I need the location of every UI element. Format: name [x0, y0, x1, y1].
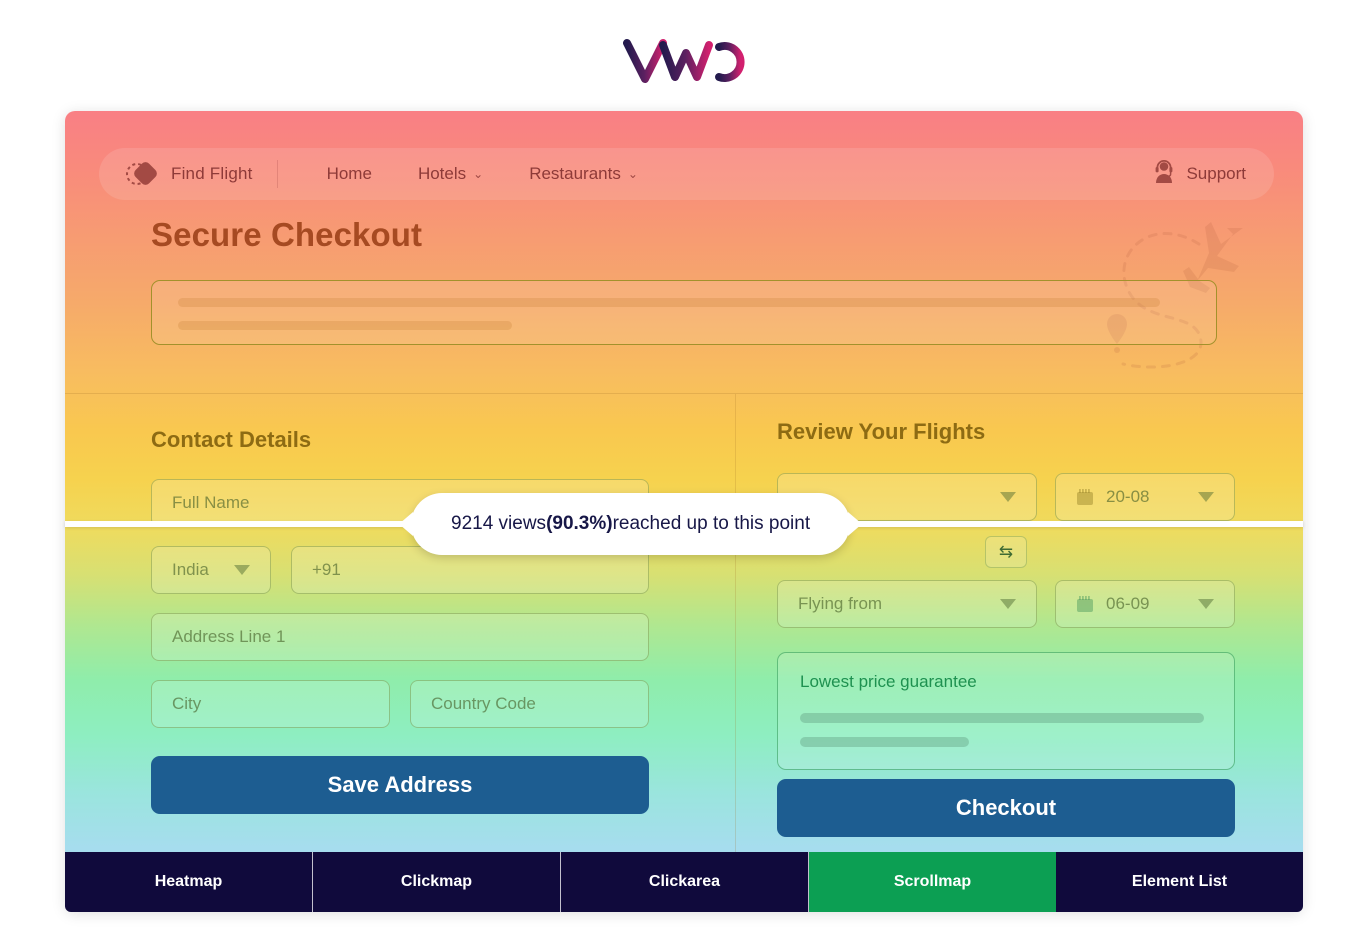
vwo-logo — [0, 30, 1368, 92]
tab-clickarea[interactable]: Clickarea — [561, 852, 809, 912]
nav-item-hotels-label: Hotels — [417, 164, 467, 183]
tab-heatmap[interactable]: Heatmap — [65, 852, 313, 912]
brand-label: Find Flight — [171, 164, 253, 183]
return-date-value: 06-09 — [1106, 594, 1150, 613]
tooltip-suffix-text: reached up to this point — [612, 513, 811, 534]
review-section-title: Review Your Flights — [777, 419, 986, 444]
nav-item-home[interactable]: Home — [304, 164, 395, 184]
country-code-placeholder: Country Code — [431, 694, 536, 713]
checkout-button[interactable]: Checkout — [777, 779, 1235, 837]
placeholder-bar — [800, 713, 1204, 723]
save-address-button[interactable]: Save Address — [151, 756, 649, 814]
phone-row: India +91 — [151, 546, 649, 613]
flying-from-placeholder: Flying from — [798, 594, 883, 613]
support-headset-icon — [1153, 159, 1175, 189]
depart-date-select[interactable]: 20-08 — [1055, 473, 1235, 521]
nav-item-home-label: Home — [326, 164, 372, 183]
placeholder-bar — [800, 737, 969, 747]
chevron-down-icon — [1000, 599, 1016, 609]
address-placeholder: Address Line 1 — [172, 627, 286, 646]
scrollmap-tooltip: 9214 views (90.3%) reached up to this po… — [398, 493, 863, 555]
nav-item-hotels[interactable]: Hotels ⌄ — [395, 164, 506, 184]
placeholder-bar — [178, 298, 1160, 307]
country-value: India — [172, 560, 209, 579]
tooltip-views-text: 9214 views — [451, 513, 547, 534]
country-select[interactable]: India — [151, 546, 271, 594]
chevron-down-icon: ⌄ — [627, 167, 638, 181]
heatmap-mode-tabbar: Heatmap Clickmap Clickarea Scrollmap Ele… — [65, 852, 1303, 912]
diamond-logo-icon — [123, 159, 157, 189]
page-title: Secure Checkout — [151, 216, 423, 253]
flying-from-select[interactable]: Flying from — [777, 580, 1037, 628]
city-input[interactable]: City — [151, 680, 390, 728]
nav-links: Home Hotels ⌄ Restaurants ⌄ — [278, 164, 661, 184]
tab-element-list[interactable]: Element List — [1056, 852, 1303, 912]
phone-placeholder: +91 — [312, 560, 341, 579]
full-name-placeholder: Full Name — [172, 493, 250, 512]
support-link[interactable]: Support — [1153, 159, 1252, 189]
calendar-icon — [1076, 595, 1094, 613]
chevron-down-icon — [1198, 492, 1214, 502]
promo-title: Lowest price guarantee — [800, 672, 977, 691]
swap-arrows-icon[interactable]: ⇆ — [985, 536, 1027, 568]
tab-clickmap[interactable]: Clickmap — [313, 852, 561, 912]
site-navbar: Find Flight Home Hotels ⌄ Restaurants ⌄ — [99, 148, 1274, 200]
hero-section: Secure Checkout — [65, 216, 1303, 345]
chevron-down-icon — [1198, 599, 1214, 609]
review-flights-column: Review Your Flights 20-08 ⇆ Flying from … — [735, 394, 1303, 837]
calendar-icon — [1076, 488, 1094, 506]
tab-scrollmap[interactable]: Scrollmap — [809, 852, 1056, 912]
flying-from-row: Flying from 06-09 — [777, 580, 1235, 647]
country-code-input[interactable]: Country Code — [410, 680, 649, 728]
swap-row: ⇆ — [777, 536, 1235, 568]
placeholder-bar — [178, 321, 512, 330]
address-line-1-input[interactable]: Address Line 1 — [151, 613, 649, 661]
nav-item-restaurants[interactable]: Restaurants ⌄ — [506, 164, 661, 184]
return-date-select[interactable]: 06-09 — [1055, 580, 1235, 628]
nav-item-restaurants-label: Restaurants — [529, 164, 621, 183]
chevron-down-icon — [1000, 492, 1016, 502]
contact-details-column: Contact Details Full Name India +91 Addr… — [65, 394, 735, 837]
tooltip-percent: (90.3%) — [546, 513, 613, 534]
vwo-logo-icon — [623, 39, 745, 83]
city-placeholder: City — [172, 694, 202, 713]
support-label: Support — [1186, 164, 1246, 183]
brand-block[interactable]: Find Flight — [123, 159, 277, 189]
chevron-down-icon: ⌄ — [473, 167, 484, 181]
lowest-price-guarantee-box: Lowest price guarantee — [777, 652, 1235, 770]
depart-date-value: 20-08 — [1106, 487, 1150, 506]
contact-section-title: Contact Details — [151, 427, 312, 452]
chevron-down-icon — [234, 565, 250, 575]
checkout-columns: Contact Details Full Name India +91 Addr… — [65, 394, 1303, 837]
city-country-row: City Country Code — [151, 680, 649, 747]
summary-placeholder-box[interactable] — [151, 280, 1217, 345]
